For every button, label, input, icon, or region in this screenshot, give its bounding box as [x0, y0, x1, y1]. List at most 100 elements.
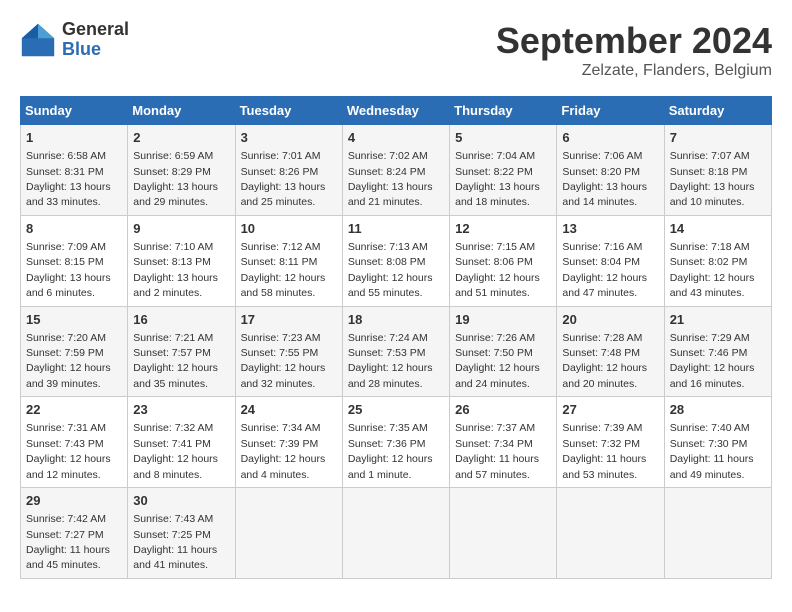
day-number: 28	[670, 401, 766, 419]
sunrise-time: Sunrise: 7:13 AM	[348, 241, 428, 253]
calendar-header-row: Sunday Monday Tuesday Wednesday Thursday…	[21, 97, 772, 125]
sunset-time: Sunset: 7:25 PM	[133, 529, 211, 541]
day-number: 5	[455, 129, 551, 147]
sunrise-time: Sunrise: 7:28 AM	[562, 332, 642, 344]
daylight-hours: Daylight: 11 hours and 53 minutes.	[562, 453, 646, 480]
day-number: 14	[670, 220, 766, 238]
day-number: 1	[26, 129, 122, 147]
daylight-hours: Daylight: 11 hours and 45 minutes.	[26, 544, 110, 571]
logo: General Blue	[20, 20, 129, 60]
header-saturday: Saturday	[664, 97, 771, 125]
sunrise-time: Sunrise: 7:34 AM	[241, 422, 321, 434]
sunrise-time: Sunrise: 7:12 AM	[241, 241, 321, 253]
calendar-cell: 16 Sunrise: 7:21 AM Sunset: 7:57 PM Dayl…	[128, 306, 235, 397]
sunset-time: Sunset: 7:57 PM	[133, 347, 211, 359]
daylight-hours: Daylight: 12 hours and 58 minutes.	[241, 272, 326, 299]
day-number: 7	[670, 129, 766, 147]
logo-text: General Blue	[62, 20, 129, 60]
sunset-time: Sunset: 7:59 PM	[26, 347, 104, 359]
daylight-hours: Daylight: 12 hours and 24 minutes.	[455, 362, 540, 389]
daylight-hours: Daylight: 12 hours and 8 minutes.	[133, 453, 218, 480]
daylight-hours: Daylight: 12 hours and 55 minutes.	[348, 272, 433, 299]
daylight-hours: Daylight: 13 hours and 2 minutes.	[133, 272, 218, 299]
sunrise-time: Sunrise: 7:16 AM	[562, 241, 642, 253]
sunset-time: Sunset: 7:46 PM	[670, 347, 748, 359]
page-header: General Blue September 2024 Zelzate, Fla…	[20, 20, 772, 80]
calendar-cell: 11 Sunrise: 7:13 AM Sunset: 8:08 PM Dayl…	[342, 215, 449, 306]
daylight-hours: Daylight: 12 hours and 47 minutes.	[562, 272, 647, 299]
day-number: 17	[241, 311, 337, 329]
day-number: 12	[455, 220, 551, 238]
sunrise-time: Sunrise: 7:23 AM	[241, 332, 321, 344]
calendar-cell: 10 Sunrise: 7:12 AM Sunset: 8:11 PM Dayl…	[235, 215, 342, 306]
daylight-hours: Daylight: 13 hours and 14 minutes.	[562, 181, 647, 208]
calendar-cell	[450, 488, 557, 579]
day-number: 10	[241, 220, 337, 238]
location-text: Zelzate, Flanders, Belgium	[496, 62, 772, 80]
daylight-hours: Daylight: 12 hours and 20 minutes.	[562, 362, 647, 389]
sunset-time: Sunset: 7:48 PM	[562, 347, 640, 359]
daylight-hours: Daylight: 13 hours and 25 minutes.	[241, 181, 326, 208]
calendar-cell: 5 Sunrise: 7:04 AM Sunset: 8:22 PM Dayli…	[450, 125, 557, 216]
calendar-cell	[664, 488, 771, 579]
calendar-cell: 3 Sunrise: 7:01 AM Sunset: 8:26 PM Dayli…	[235, 125, 342, 216]
daylight-hours: Daylight: 12 hours and 39 minutes.	[26, 362, 111, 389]
sunrise-time: Sunrise: 6:58 AM	[26, 150, 106, 162]
day-number: 16	[133, 311, 229, 329]
sunset-time: Sunset: 8:22 PM	[455, 166, 533, 178]
page-container: General Blue September 2024 Zelzate, Fla…	[20, 20, 772, 579]
sunrise-time: Sunrise: 7:42 AM	[26, 513, 106, 525]
calendar-table: Sunday Monday Tuesday Wednesday Thursday…	[20, 96, 772, 579]
header-friday: Friday	[557, 97, 664, 125]
header-thursday: Thursday	[450, 97, 557, 125]
calendar-cell	[342, 488, 449, 579]
daylight-hours: Daylight: 12 hours and 35 minutes.	[133, 362, 218, 389]
calendar-cell: 23 Sunrise: 7:32 AM Sunset: 7:41 PM Dayl…	[128, 397, 235, 488]
calendar-cell: 24 Sunrise: 7:34 AM Sunset: 7:39 PM Dayl…	[235, 397, 342, 488]
calendar-cell: 28 Sunrise: 7:40 AM Sunset: 7:30 PM Dayl…	[664, 397, 771, 488]
sunset-time: Sunset: 7:43 PM	[26, 438, 104, 450]
sunset-time: Sunset: 7:50 PM	[455, 347, 533, 359]
sunrise-time: Sunrise: 7:35 AM	[348, 422, 428, 434]
sunset-time: Sunset: 8:15 PM	[26, 256, 104, 268]
day-number: 23	[133, 401, 229, 419]
sunrise-time: Sunrise: 7:29 AM	[670, 332, 750, 344]
calendar-cell: 12 Sunrise: 7:15 AM Sunset: 8:06 PM Dayl…	[450, 215, 557, 306]
day-number: 18	[348, 311, 444, 329]
calendar-cell: 22 Sunrise: 7:31 AM Sunset: 7:43 PM Dayl…	[21, 397, 128, 488]
sunset-time: Sunset: 7:36 PM	[348, 438, 426, 450]
sunrise-time: Sunrise: 7:37 AM	[455, 422, 535, 434]
daylight-hours: Daylight: 11 hours and 57 minutes.	[455, 453, 539, 480]
daylight-hours: Daylight: 12 hours and 43 minutes.	[670, 272, 755, 299]
daylight-hours: Daylight: 12 hours and 32 minutes.	[241, 362, 326, 389]
calendar-week-3: 15 Sunrise: 7:20 AM Sunset: 7:59 PM Dayl…	[21, 306, 772, 397]
daylight-hours: Daylight: 12 hours and 28 minutes.	[348, 362, 433, 389]
daylight-hours: Daylight: 13 hours and 10 minutes.	[670, 181, 755, 208]
sunset-time: Sunset: 7:41 PM	[133, 438, 211, 450]
sunset-time: Sunset: 8:18 PM	[670, 166, 748, 178]
daylight-hours: Daylight: 13 hours and 6 minutes.	[26, 272, 111, 299]
title-block: September 2024 Zelzate, Flanders, Belgiu…	[496, 20, 772, 80]
day-number: 13	[562, 220, 658, 238]
day-number: 15	[26, 311, 122, 329]
calendar-cell: 14 Sunrise: 7:18 AM Sunset: 8:02 PM Dayl…	[664, 215, 771, 306]
sunrise-time: Sunrise: 7:09 AM	[26, 241, 106, 253]
sunset-time: Sunset: 7:32 PM	[562, 438, 640, 450]
daylight-hours: Daylight: 12 hours and 16 minutes.	[670, 362, 755, 389]
calendar-cell: 25 Sunrise: 7:35 AM Sunset: 7:36 PM Dayl…	[342, 397, 449, 488]
calendar-week-2: 8 Sunrise: 7:09 AM Sunset: 8:15 PM Dayli…	[21, 215, 772, 306]
calendar-cell: 26 Sunrise: 7:37 AM Sunset: 7:34 PM Dayl…	[450, 397, 557, 488]
calendar-cell: 30 Sunrise: 7:43 AM Sunset: 7:25 PM Dayl…	[128, 488, 235, 579]
day-number: 2	[133, 129, 229, 147]
day-number: 8	[26, 220, 122, 238]
day-number: 9	[133, 220, 229, 238]
calendar-cell: 1 Sunrise: 6:58 AM Sunset: 8:31 PM Dayli…	[21, 125, 128, 216]
day-number: 19	[455, 311, 551, 329]
calendar-cell: 20 Sunrise: 7:28 AM Sunset: 7:48 PM Dayl…	[557, 306, 664, 397]
logo-blue-text: Blue	[62, 40, 129, 60]
calendar-week-1: 1 Sunrise: 6:58 AM Sunset: 8:31 PM Dayli…	[21, 125, 772, 216]
header-sunday: Sunday	[21, 97, 128, 125]
daylight-hours: Daylight: 12 hours and 12 minutes.	[26, 453, 111, 480]
calendar-cell: 29 Sunrise: 7:42 AM Sunset: 7:27 PM Dayl…	[21, 488, 128, 579]
daylight-hours: Daylight: 13 hours and 29 minutes.	[133, 181, 218, 208]
